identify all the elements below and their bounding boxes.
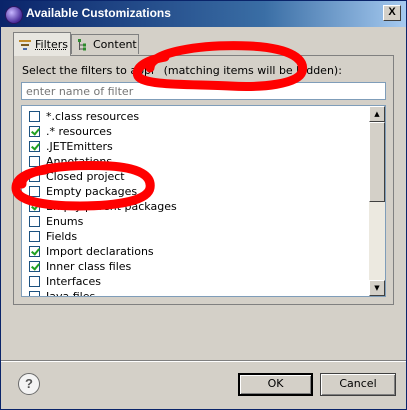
filter-item[interactable]: Empty packages	[29, 184, 137, 199]
filter-checkbox[interactable]	[29, 156, 40, 167]
customizations-dialog: Available Customizations X Filters Conte…	[0, 0, 407, 410]
tab-filters[interactable]: Filters	[13, 32, 71, 56]
tab-content-label: Content	[93, 38, 137, 51]
filter-item[interactable]: Inner class files	[29, 259, 131, 274]
filter-label: .JETEmitters	[46, 140, 113, 153]
filter-checkbox[interactable]	[29, 186, 40, 197]
filter-checkbox[interactable]	[29, 261, 40, 272]
filter-checkbox[interactable]	[29, 141, 40, 152]
filter-item[interactable]: Annotations	[29, 154, 112, 169]
filter-item[interactable]: Import declarations	[29, 244, 154, 259]
filter-checkbox[interactable]	[29, 111, 40, 122]
filter-item[interactable]: Fields	[29, 229, 77, 244]
filter-checkbox[interactable]	[29, 276, 40, 287]
instruction-suffix: (matching items will be hidden):	[163, 64, 342, 77]
filter-item[interactable]: .* resources	[29, 124, 112, 139]
ok-button[interactable]: OK	[238, 373, 313, 396]
eclipse-icon	[5, 6, 23, 24]
scroll-up-button[interactable]: ▲	[369, 106, 385, 122]
filter-label: *.class resources	[46, 110, 140, 123]
tab-content[interactable]: Content	[71, 34, 139, 54]
filter-label: Annotations	[46, 155, 113, 168]
filter-label: Interfaces	[46, 275, 101, 288]
instruction-text: Select the filters to appl (matching ite…	[22, 64, 342, 77]
help-button[interactable]: ?	[18, 373, 40, 395]
scroll-down-button[interactable]: ▼	[369, 280, 385, 296]
filter-label: Closed project	[46, 170, 125, 183]
tab-filters-label: Filters	[35, 38, 68, 51]
scroll-thumb[interactable]	[369, 122, 385, 202]
title-bar: Available Customizations X	[1, 1, 406, 27]
filter-checkbox[interactable]	[29, 246, 40, 257]
filter-item[interactable]: Enums	[29, 214, 83, 229]
filter-label: .* resources	[46, 125, 112, 138]
filter-label: Empty parent packages	[46, 200, 177, 213]
filter-checkbox[interactable]	[29, 231, 40, 242]
filter-checkbox[interactable]	[29, 216, 40, 227]
content-tree-icon	[78, 38, 86, 50]
filter-item[interactable]: Java files	[29, 289, 96, 297]
filter-item[interactable]: Empty parent packages	[29, 199, 177, 214]
filter-checkbox[interactable]	[29, 171, 40, 182]
window-title: Available Customizations	[26, 6, 171, 20]
filter-checkbox[interactable]	[29, 126, 40, 137]
instruction-prefix: Select the filters to appl	[22, 64, 155, 77]
filter-item[interactable]: .JETEmitters	[29, 139, 113, 154]
cancel-button[interactable]: Cancel	[320, 373, 396, 396]
filter-label: Java files	[46, 290, 96, 297]
filter-label: Fields	[46, 230, 78, 243]
filter-checkbox[interactable]	[29, 291, 40, 296]
filter-label: Empty packages	[46, 185, 138, 198]
filter-checkbox[interactable]	[29, 201, 40, 212]
filter-list: *.class resources .* resources .JETEmitter…	[21, 105, 386, 297]
filter-label: Inner class files	[46, 260, 132, 273]
vertical-scrollbar[interactable]: ▲ ▼	[369, 106, 385, 296]
close-button[interactable]: X	[383, 5, 401, 21]
filter-label: Enums	[46, 215, 84, 228]
filter-item[interactable]: *.class resources	[29, 109, 139, 124]
filter-item[interactable]: Closed project	[29, 169, 125, 184]
filter-item[interactable]: Interfaces	[29, 274, 101, 289]
filter-label: Import declarations	[46, 245, 154, 258]
filter-icon	[19, 39, 31, 50]
filter-name-input[interactable]	[21, 82, 386, 100]
footer-separator	[1, 360, 406, 362]
